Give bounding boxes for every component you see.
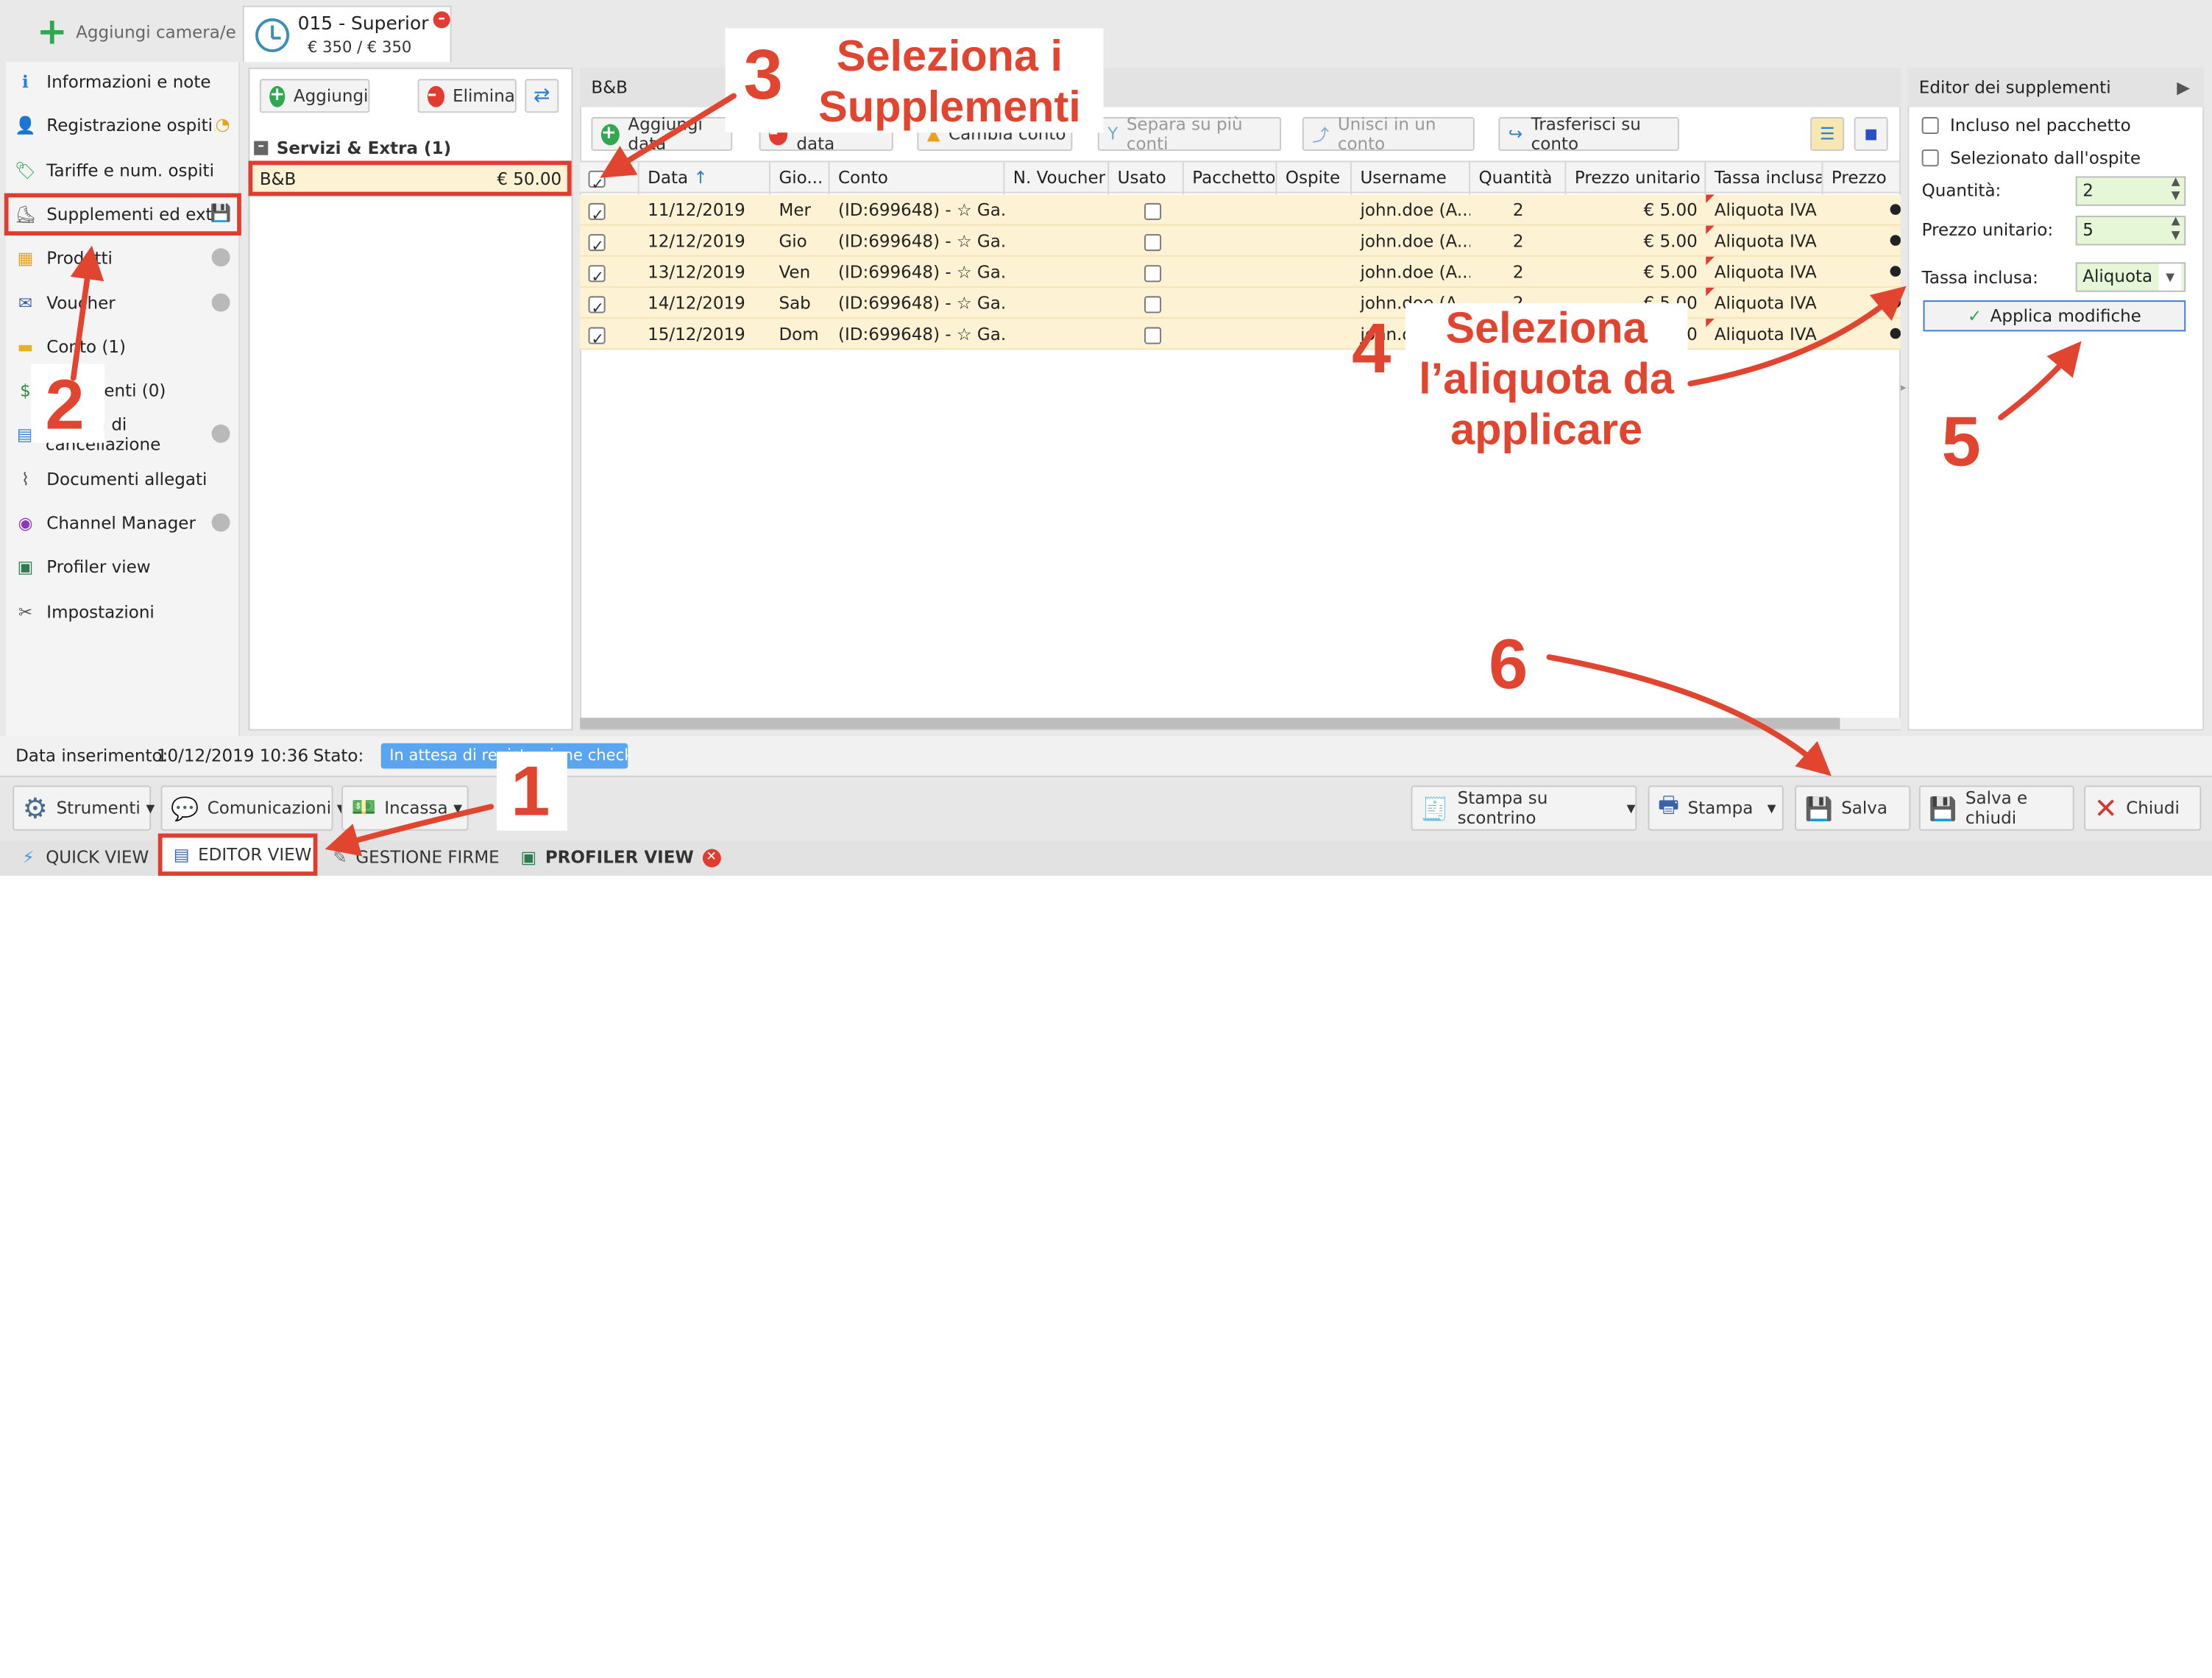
- arrow-4: [1687, 286, 1907, 387]
- arrow-2: [70, 245, 104, 381]
- arrow-1: [325, 804, 494, 857]
- arrow-3: [600, 93, 737, 178]
- arrow-6: [1546, 654, 1832, 776]
- arrow-5: [1998, 341, 2082, 421]
- annotation-arrows: [70, 93, 2082, 857]
- app-window: { "add_room":"Aggiungi camera/e", "room_…: [0, 0, 2212, 876]
